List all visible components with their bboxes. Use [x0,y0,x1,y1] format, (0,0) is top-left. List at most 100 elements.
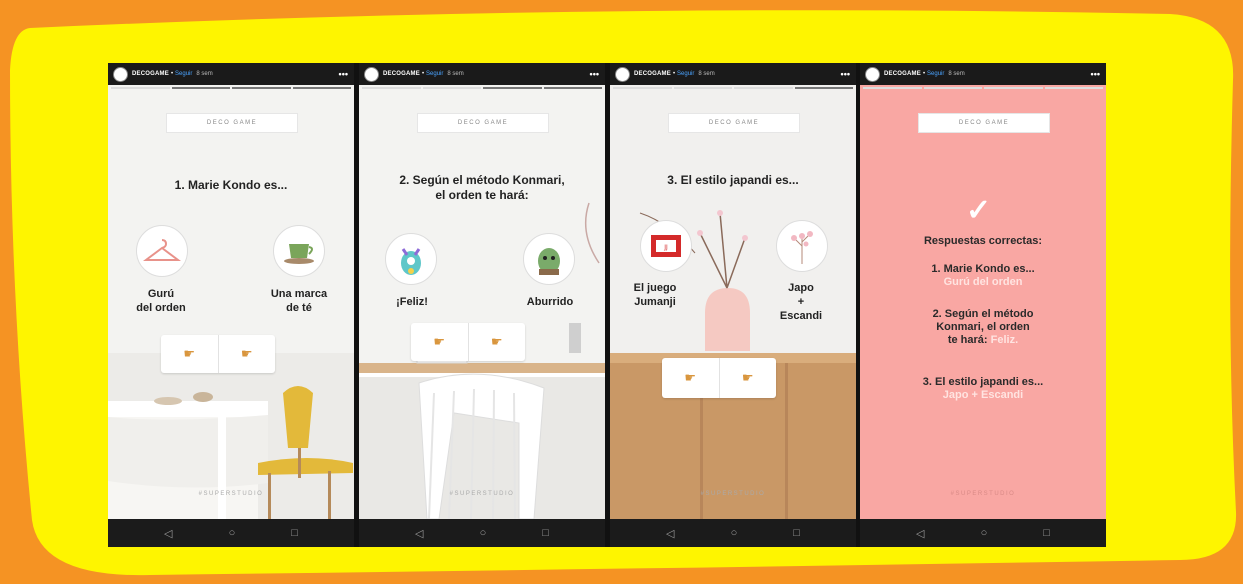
account-name[interactable]: DECOGAME [884,71,921,77]
answer-3-value: Japo + Escandi [942,389,1024,401]
pointing-hand-icon: ☛ [433,334,446,349]
android-navbar: ◁ ○ □ [860,519,1106,547]
recent-apps-icon[interactable]: □ [1043,527,1050,539]
story-screen: DECOGAME • Seguir 8 sem ••• DECO GAME 3.… [610,63,856,519]
answers-title: Respuestas correctas: [923,235,1042,247]
happy-creature-icon [385,233,437,285]
checkmark-icon: ✓ [966,194,992,227]
option-right: Japo + Escandi [779,282,823,322]
game-box-icon: JJ [640,220,692,272]
answer-1-value: Gurú del orden [943,276,1023,288]
answer-2-question-line1: 2. Según el método [932,308,1034,320]
avatar[interactable] [113,66,128,82]
follow-link[interactable]: Seguir [927,71,944,77]
deco-game-badge: DECO GAME [166,113,298,133]
home-icon[interactable]: ○ [480,527,487,539]
answer-2-question-line3: te hará: [947,334,988,346]
answer-2-line3: te hará: Feliz. [860,334,1106,347]
hashtag: #SUPERSTUDIO [700,491,766,497]
cherry-blossom-icon [776,220,828,272]
follow-link[interactable]: Seguir [426,71,443,77]
more-options-icon[interactable]: ••• [841,70,850,79]
story-screen: DECOGAME • Seguir 8 sem ••• DECO GAME 2.… [359,63,605,519]
question-text: 1. Marie Kondo es... [174,178,288,192]
recent-apps-icon[interactable]: □ [793,527,800,539]
bored-creature-icon [523,233,575,285]
more-options-icon[interactable]: ••• [339,70,348,79]
poll-box: ☛ ☛ [411,323,525,361]
pointing-hand-icon: ☛ [741,370,754,385]
answer-2-question-line2: Konmari, el orden [936,321,1030,333]
poll-option-right[interactable]: ☛ [219,335,276,373]
account-name[interactable]: DECOGAME [634,71,671,77]
avatar[interactable] [615,66,630,82]
android-navbar: ◁ ○ □ [108,519,354,547]
svg-text:JJ: JJ [663,244,668,251]
back-icon[interactable]: ◁ [666,527,674,540]
pointing-hand-icon: ☛ [684,370,697,385]
story-screen: DECOGAME • Seguir 8 sem ••• DECO GAME 1.… [108,63,354,519]
story-header: DECOGAME • Seguir 8 sem ••• [610,63,856,85]
story-progress [613,87,853,89]
pointing-hand-icon: ☛ [490,334,503,349]
answer-1-question: 1. Marie Kondo es... [931,263,1035,275]
home-icon[interactable]: ○ [731,527,738,539]
android-navbar: ◁ ○ □ [359,519,605,547]
poll-option-right[interactable]: ☛ [469,323,526,361]
post-time: 8 sem [948,71,965,77]
deco-game-badge: DECO GAME [918,113,1050,133]
poll-box: ☛ ☛ [161,335,275,373]
story-panel-3[interactable]: DECOGAME • Seguir 8 sem ••• DECO GAME 3.… [610,63,856,547]
story-header: DECOGAME • Seguir 8 sem ••• [359,63,605,85]
follow-link[interactable]: Seguir [175,71,192,77]
story-progress [362,87,602,89]
more-options-icon[interactable]: ••• [1091,70,1100,79]
post-time: 8 sem [698,71,715,77]
story-panel-4[interactable]: DECOGAME • Seguir 8 sem ••• DECO GAME ✓ … [860,63,1106,547]
account-name[interactable]: DECOGAME [132,71,169,77]
post-time: 8 sem [447,71,464,77]
story-header: DECOGAME • Seguir 8 sem ••• [108,63,354,85]
pointing-hand-icon: ☛ [183,346,196,361]
poll-option-left[interactable]: ☛ [662,358,720,398]
poll-option-left[interactable]: ☛ [411,323,469,361]
story-screen: DECOGAME • Seguir 8 sem ••• DECO GAME ✓ … [860,63,1106,519]
pointing-hand-icon: ☛ [240,346,253,361]
back-icon[interactable]: ◁ [916,527,924,540]
back-icon[interactable]: ◁ [415,527,423,540]
story-panel-1[interactable]: DECOGAME • Seguir 8 sem ••• DECO GAME 1.… [108,63,354,547]
recent-apps-icon[interactable]: □ [291,527,298,539]
back-icon[interactable]: ◁ [164,527,172,540]
avatar[interactable] [865,66,880,82]
option-left: El juego Jumanji [633,282,677,308]
story-progress [111,87,351,89]
option-left: Gurú del orden [136,288,186,314]
option-left: ¡Feliz! [396,296,428,308]
story-progress [863,87,1103,89]
option-right: Aburrido [526,296,574,308]
home-icon[interactable]: ○ [229,527,236,539]
account-name[interactable]: DECOGAME [383,71,420,77]
follow-link[interactable]: Seguir [677,71,694,77]
poll-box: ☛ ☛ [662,358,776,398]
home-icon[interactable]: ○ [981,527,988,539]
teacup-icon [273,225,325,277]
story-header: DECOGAME • Seguir 8 sem ••• [860,63,1106,85]
post-time: 8 sem [196,71,213,77]
poll-option-left[interactable]: ☛ [161,335,219,373]
hanger-icon [136,225,188,277]
android-navbar: ◁ ○ □ [610,519,856,547]
recent-apps-icon[interactable]: □ [542,527,549,539]
question-text: 2. Según el método Konmari, el orden te … [399,173,565,202]
answer-3-question: 3. El estilo japandi es... [922,376,1044,388]
stories-strip: DECOGAME • Seguir 8 sem ••• DECO GAME 1.… [108,63,1106,547]
hashtag: #SUPERSTUDIO [198,491,264,497]
more-options-icon[interactable]: ••• [590,70,599,79]
option-right: Una marca de té [270,288,328,314]
deco-game-badge: DECO GAME [668,113,800,133]
avatar[interactable] [364,66,379,82]
hashtag: #SUPERSTUDIO [449,491,515,497]
poll-option-right[interactable]: ☛ [720,358,777,398]
story-panel-2[interactable]: DECOGAME • Seguir 8 sem ••• DECO GAME 2.… [359,63,605,547]
answer-2-value: Feliz. [990,334,1019,346]
